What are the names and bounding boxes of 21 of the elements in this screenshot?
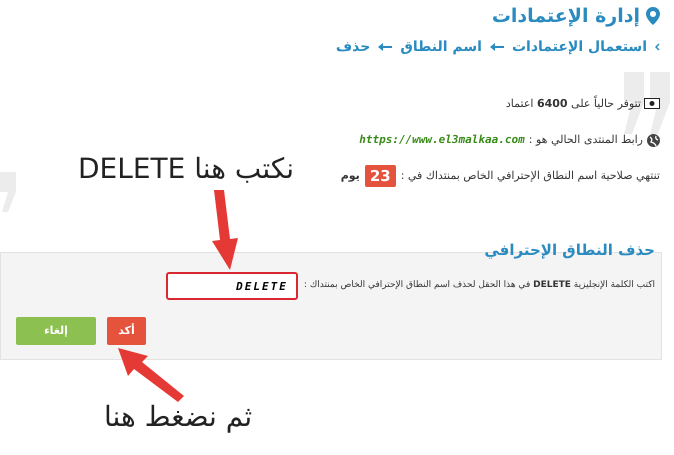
expiry-label: تنتهي صلاحية اسم النطاق الإحترافي الخاص بمنتداك في : — [400, 168, 660, 184]
days-unit: يوم — [340, 168, 360, 184]
arrow-icon — [490, 43, 504, 51]
arrow-icon — [378, 43, 392, 51]
cancel-button[interactable]: إلغاء — [16, 317, 96, 345]
annotation-text: ثم نضغط هنا — [104, 399, 252, 435]
annotation-text: نكتب هنا DELETE — [78, 151, 294, 187]
forum-link-label: رابط المنتدى الحالي هو : — [528, 132, 643, 148]
forum-link[interactable]: https://www.el3malkaa.com — [359, 132, 525, 148]
panel-title: حذف النطاق الإحترافي — [484, 240, 655, 261]
confirm-button[interactable]: أكد — [107, 317, 146, 345]
breadcrumb-link[interactable]: اسم النطاق — [400, 36, 482, 58]
confirm-input-field[interactable]: DELETE — [166, 272, 298, 300]
chevron-icon — [655, 43, 660, 51]
breadcrumb-link[interactable]: حذف — [336, 36, 370, 58]
location-pin-icon — [646, 7, 660, 26]
banknote-icon — [644, 98, 660, 110]
annotation-arrow — [118, 348, 184, 402]
breadcrumb-link[interactable]: استعمال الإعتمادات — [512, 36, 647, 58]
page-title: إدارة الإعتمادات — [492, 4, 640, 29]
days-badge: 23 — [364, 164, 396, 187]
